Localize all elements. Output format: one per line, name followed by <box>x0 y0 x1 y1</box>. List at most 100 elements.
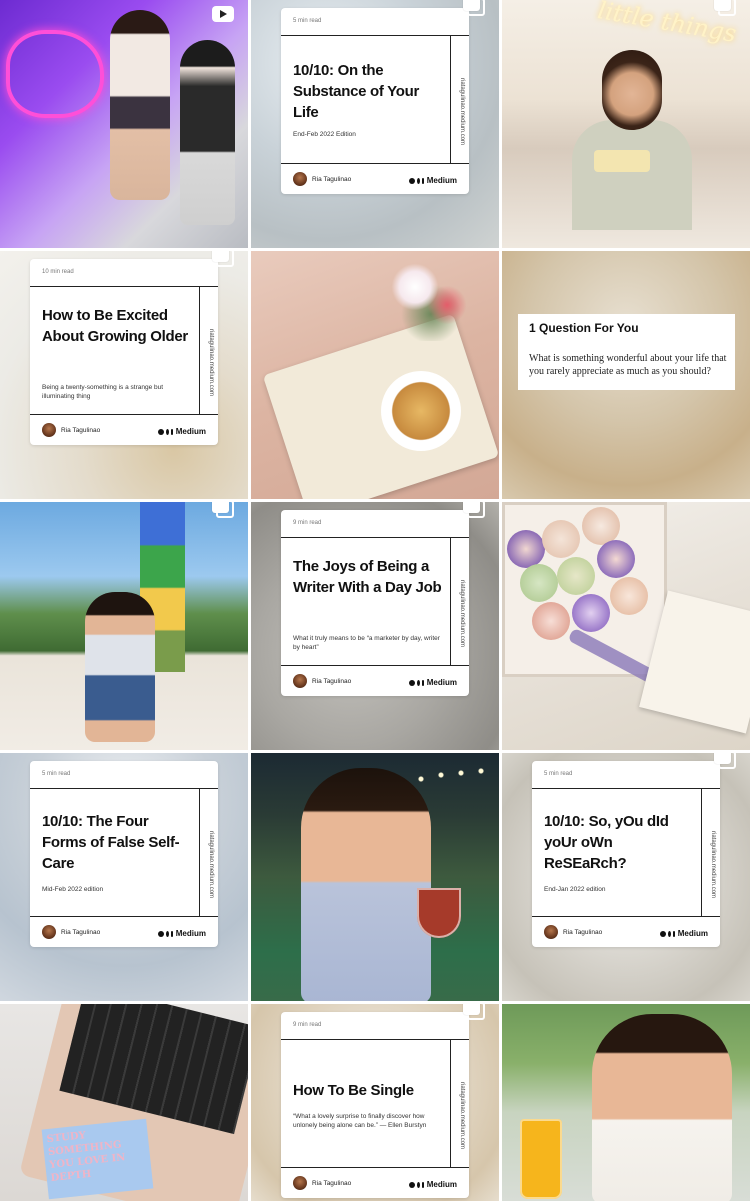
cupcake <box>572 594 610 632</box>
article-title: 10/10: So, yOu dId yoUr oWn ReSEaRch? <box>544 813 669 872</box>
author-name: Ria Tagulinao <box>312 175 352 183</box>
post-photo <box>0 0 248 248</box>
avatar <box>42 925 56 939</box>
post-tile-article[interactable]: 10 min read riatagulinao.medium.com How … <box>0 251 248 499</box>
post-photo <box>502 502 750 750</box>
post-photo: STUDY SOMETHING YOU LOVE IN DEPTH <box>0 1004 248 1201</box>
medium-logo: Medium <box>158 427 206 436</box>
divider <box>281 163 469 164</box>
post-photo <box>251 251 499 499</box>
author-url-text: riatagulinao.medium.com <box>208 831 214 899</box>
author: Ria Tagulinao <box>293 674 351 688</box>
laptop-sticker: STUDY SOMETHING YOU LOVE IN DEPTH <box>41 1118 154 1200</box>
divider <box>281 1039 469 1040</box>
carousel-icon <box>714 0 736 16</box>
flower-vase <box>391 251 471 341</box>
article-subtitle: Being a twenty-something is a strange bu… <box>42 384 164 400</box>
divider <box>30 286 218 287</box>
medium-logo-icon-part <box>417 177 421 184</box>
post-tile-breakfast[interactable] <box>251 251 499 499</box>
carousel-icon <box>463 502 485 518</box>
divider <box>281 35 469 36</box>
medium-logo-icon <box>409 679 416 686</box>
divider <box>532 788 720 789</box>
medium-logo: Medium <box>409 176 457 185</box>
person <box>592 1014 732 1201</box>
post-tile-window-portrait[interactable] <box>0 502 248 750</box>
medium-logo: Medium <box>409 1180 457 1189</box>
post-tile-article[interactable]: 9 min read riatagulinao.medium.com How T… <box>251 1004 499 1201</box>
post-photo <box>0 502 248 750</box>
birthday-cake <box>594 150 650 172</box>
author-name: Ria Tagulinao <box>312 1179 352 1187</box>
article-title: 10/10: The Four Forms of False Self-Care <box>42 813 180 872</box>
person <box>85 592 155 742</box>
article-subtitle: What it truly means to be “a marketer by… <box>293 635 440 651</box>
cupcake <box>532 602 570 640</box>
post-tile-article[interactable]: 5 min read riatagulinao.medium.com 10/10… <box>502 753 750 1001</box>
medium-logo-icon-part <box>417 1181 421 1188</box>
carousel-icon-front <box>463 1004 480 1015</box>
medium-logo: Medium <box>409 678 457 687</box>
medium-logo-icon-part <box>422 1181 424 1188</box>
post-tile-article[interactable]: 9 min read riatagulinao.medium.com The J… <box>251 502 499 750</box>
carousel-icon <box>212 251 234 267</box>
person <box>180 40 235 225</box>
post-tile-article[interactable]: 5 min read riatagulinao.medium.com 10/10… <box>0 753 248 1001</box>
medium-logo-icon-part <box>668 930 672 937</box>
divider <box>199 286 200 415</box>
author-url-text: riatagulinao.medium.com <box>710 831 716 899</box>
author-name: Ria Tagulinao <box>61 426 101 434</box>
author: Ria Tagulinao <box>293 1176 351 1190</box>
article-subtitle: Mid-Feb 2022 edition <box>42 886 104 893</box>
medium-logo-icon <box>409 1181 416 1188</box>
article-card: 9 min read riatagulinao.medium.com How T… <box>281 1012 469 1198</box>
post-tile-outdoor-portrait[interactable] <box>502 1004 750 1201</box>
article-card: 5 min read riatagulinao.medium.com 10/10… <box>30 761 218 947</box>
avatar <box>42 423 56 437</box>
divider <box>532 916 720 917</box>
medium-logo-icon-part <box>417 679 421 686</box>
question-body: What is something wonderful about your l… <box>529 353 727 377</box>
author-name: Ria Tagulinao <box>563 928 603 936</box>
read-time: 5 min read <box>544 771 573 777</box>
carousel-icon-front <box>714 0 731 11</box>
person-head <box>602 50 662 130</box>
medium-logo-icon-part <box>171 930 173 937</box>
post-tile-article[interactable]: 5 min read riatagulinao.medium.com 10/10… <box>251 0 499 248</box>
author: Ria Tagulinao <box>42 925 100 939</box>
article-title: How to Be Excited About Growing Older <box>42 307 188 345</box>
post-tile-birthday[interactable]: little things <box>502 0 750 248</box>
medium-logo: Medium <box>158 929 206 938</box>
post-tile-cupcakes[interactable] <box>502 502 750 750</box>
post-tile-laptop[interactable]: STUDY SOMETHING YOU LOVE IN DEPTH <box>0 1004 248 1201</box>
article-subtitle: End-Feb 2022 Edition <box>293 131 356 138</box>
medium-wordmark: Medium <box>426 176 457 185</box>
read-time: 5 min read <box>293 18 322 24</box>
divider <box>281 665 469 666</box>
article-card: 10 min read riatagulinao.medium.com How … <box>30 259 218 445</box>
medium-logo-icon-part <box>171 428 173 435</box>
avatar <box>544 925 558 939</box>
article-subtitle: “What a lovely surprise to finally disco… <box>293 1113 427 1129</box>
medium-logo: Medium <box>660 929 708 938</box>
divider <box>30 414 218 415</box>
divider <box>281 537 469 538</box>
article-title: How To Be Single <box>293 1082 414 1099</box>
post-tile-night-portrait[interactable] <box>251 753 499 1001</box>
post-tile-question[interactable]: 1 Question For You What is something won… <box>502 251 750 499</box>
medium-wordmark: Medium <box>677 929 708 938</box>
divider <box>30 788 218 789</box>
read-time: 5 min read <box>42 771 71 777</box>
carousel-icon-front <box>463 0 480 11</box>
carousel-icon <box>463 0 485 16</box>
medium-logo-icon <box>158 428 165 435</box>
person <box>110 10 170 200</box>
medium-wordmark: Medium <box>175 427 206 436</box>
divider <box>701 788 702 917</box>
author-name: Ria Tagulinao <box>61 928 101 936</box>
cupcake <box>507 530 545 568</box>
author-url-text: riatagulinao.medium.com <box>459 580 465 648</box>
article-title: 10/10: On the Substance of Your Life <box>293 62 420 121</box>
post-tile-video-dance[interactable] <box>0 0 248 248</box>
